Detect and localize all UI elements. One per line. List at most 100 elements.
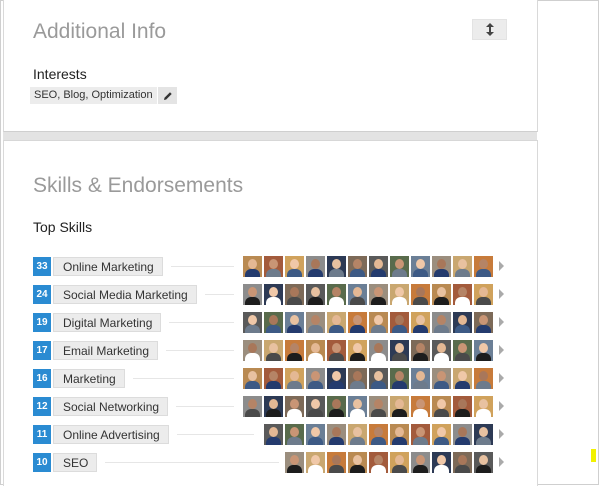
- endorser-avatar[interactable]: [474, 368, 493, 389]
- skill-name[interactable]: Email Marketing: [53, 341, 159, 360]
- endorser-avatar[interactable]: [474, 284, 493, 305]
- endorser-avatar[interactable]: [306, 396, 325, 417]
- endorser-avatar[interactable]: [411, 424, 430, 445]
- endorser-avatar[interactable]: [327, 312, 346, 333]
- endorser-avatar[interactable]: [306, 284, 325, 305]
- endorser-avatar[interactable]: [453, 396, 472, 417]
- endorser-avatar[interactable]: [285, 312, 304, 333]
- endorser-avatar[interactable]: [390, 424, 409, 445]
- endorser-avatar[interactable]: [369, 368, 388, 389]
- endorser-avatar[interactable]: [243, 256, 262, 277]
- endorser-avatar[interactable]: [390, 312, 409, 333]
- chevron-right-icon[interactable]: [499, 429, 504, 439]
- endorser-avatar[interactable]: [327, 424, 346, 445]
- endorser-avatar[interactable]: [264, 424, 283, 445]
- endorser-avatar[interactable]: [369, 312, 388, 333]
- endorser-avatar[interactable]: [306, 452, 325, 473]
- endorser-avatar[interactable]: [411, 396, 430, 417]
- endorser-avatar[interactable]: [306, 368, 325, 389]
- endorser-avatar[interactable]: [369, 396, 388, 417]
- endorser-avatar[interactable]: [432, 452, 451, 473]
- chevron-right-icon[interactable]: [499, 373, 504, 383]
- endorser-avatar[interactable]: [243, 368, 262, 389]
- endorser-avatar[interactable]: [264, 396, 283, 417]
- endorser-avatar[interactable]: [369, 424, 388, 445]
- endorser-avatar[interactable]: [327, 340, 346, 361]
- edit-interests-button[interactable]: [158, 87, 177, 104]
- endorser-avatar[interactable]: [453, 312, 472, 333]
- endorser-avatar[interactable]: [453, 452, 472, 473]
- endorser-avatar[interactable]: [369, 256, 388, 277]
- endorser-avatar[interactable]: [264, 368, 283, 389]
- endorser-avatar[interactable]: [264, 340, 283, 361]
- endorsement-count[interactable]: 24: [33, 285, 51, 304]
- skill-name[interactable]: Social Media Marketing: [53, 285, 197, 304]
- chevron-right-icon[interactable]: [499, 289, 504, 299]
- endorser-avatar[interactable]: [390, 396, 409, 417]
- endorser-avatar[interactable]: [411, 284, 430, 305]
- endorser-avatar[interactable]: [411, 312, 430, 333]
- reorder-button[interactable]: [472, 19, 507, 40]
- skill-name[interactable]: Online Advertising: [53, 425, 169, 444]
- endorser-avatar[interactable]: [411, 340, 430, 361]
- endorser-avatar[interactable]: [432, 284, 451, 305]
- endorser-avatar[interactable]: [264, 256, 283, 277]
- endorsement-count[interactable]: 19: [33, 313, 51, 332]
- endorser-avatar[interactable]: [453, 256, 472, 277]
- endorser-avatar[interactable]: [432, 256, 451, 277]
- endorser-avatar[interactable]: [264, 312, 283, 333]
- endorser-avatar[interactable]: [243, 340, 262, 361]
- endorser-avatar[interactable]: [390, 284, 409, 305]
- chevron-right-icon[interactable]: [499, 457, 504, 467]
- endorser-avatar[interactable]: [327, 396, 346, 417]
- endorser-avatar[interactable]: [453, 424, 472, 445]
- endorser-avatar[interactable]: [432, 424, 451, 445]
- endorser-avatar[interactable]: [306, 256, 325, 277]
- endorser-avatar[interactable]: [369, 340, 388, 361]
- endorser-avatar[interactable]: [432, 312, 451, 333]
- endorser-avatar[interactable]: [243, 396, 262, 417]
- endorser-avatar[interactable]: [474, 452, 493, 473]
- endorser-avatar[interactable]: [285, 340, 304, 361]
- endorser-avatar[interactable]: [348, 312, 367, 333]
- skill-name[interactable]: SEO: [53, 453, 98, 472]
- endorser-avatar[interactable]: [327, 284, 346, 305]
- endorsement-count[interactable]: 12: [33, 397, 51, 416]
- endorsement-count[interactable]: 16: [33, 369, 51, 388]
- endorser-avatar[interactable]: [474, 396, 493, 417]
- skill-name[interactable]: Social Networking: [53, 397, 169, 416]
- endorser-avatar[interactable]: [243, 284, 262, 305]
- endorser-avatar[interactable]: [285, 396, 304, 417]
- endorser-avatar[interactable]: [285, 256, 304, 277]
- endorser-avatar[interactable]: [453, 368, 472, 389]
- endorser-avatar[interactable]: [474, 256, 493, 277]
- endorser-avatar[interactable]: [474, 312, 493, 333]
- endorser-avatar[interactable]: [411, 452, 430, 473]
- endorser-avatar[interactable]: [348, 340, 367, 361]
- endorser-avatar[interactable]: [390, 340, 409, 361]
- endorser-avatar[interactable]: [306, 340, 325, 361]
- endorser-avatar[interactable]: [369, 284, 388, 305]
- endorser-avatar[interactable]: [327, 452, 346, 473]
- chevron-right-icon[interactable]: [499, 345, 504, 355]
- endorser-avatar[interactable]: [369, 452, 388, 473]
- endorser-avatar[interactable]: [348, 256, 367, 277]
- skill-name[interactable]: Marketing: [53, 369, 125, 388]
- endorsement-count[interactable]: 33: [33, 257, 51, 276]
- endorsement-count[interactable]: 17: [33, 341, 51, 360]
- skill-name[interactable]: Online Marketing: [53, 257, 163, 276]
- endorser-avatar[interactable]: [285, 368, 304, 389]
- chevron-right-icon[interactable]: [499, 401, 504, 411]
- endorser-avatar[interactable]: [348, 452, 367, 473]
- endorser-avatar[interactable]: [453, 340, 472, 361]
- endorser-avatar[interactable]: [285, 452, 304, 473]
- endorser-avatar[interactable]: [306, 424, 325, 445]
- endorser-avatar[interactable]: [348, 396, 367, 417]
- chevron-right-icon[interactable]: [499, 317, 504, 327]
- endorser-avatar[interactable]: [432, 340, 451, 361]
- endorser-avatar[interactable]: [264, 284, 283, 305]
- endorser-avatar[interactable]: [453, 284, 472, 305]
- endorser-avatar[interactable]: [327, 256, 346, 277]
- endorser-avatar[interactable]: [411, 368, 430, 389]
- chevron-right-icon[interactable]: [499, 261, 504, 271]
